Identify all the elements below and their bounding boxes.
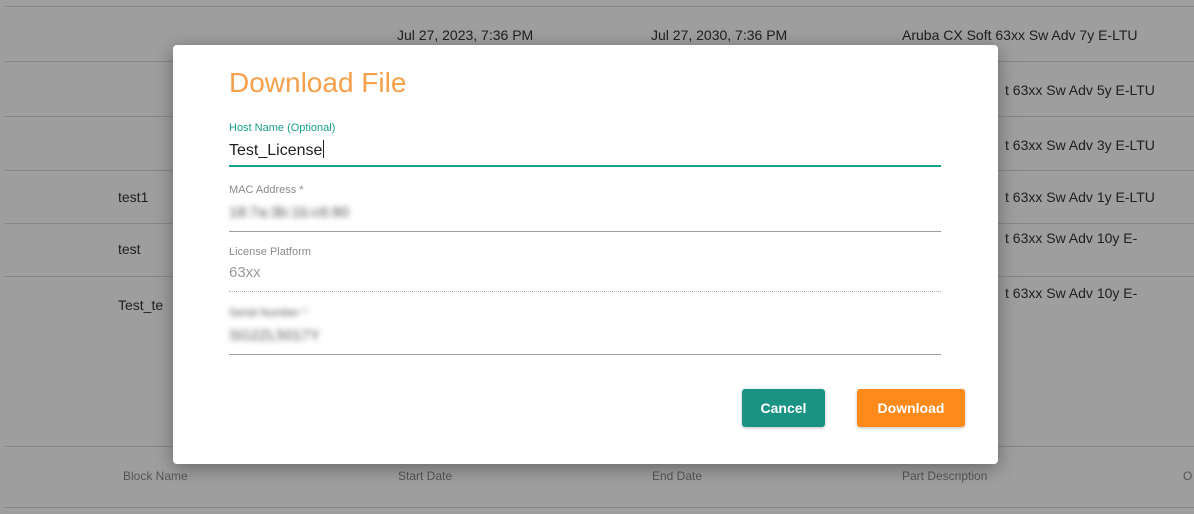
serial-number-input[interactable]: SG2ZL5017Y [229, 327, 320, 344]
text-caret [323, 140, 325, 158]
host-name-label: Host Name (Optional) [229, 122, 336, 134]
cancel-button[interactable]: Cancel [742, 389, 825, 427]
download-file-dialog: Download File Host Name (Optional) Test_… [173, 45, 998, 464]
serial-number-underline [229, 354, 941, 355]
license-platform-label: License Platform [229, 246, 311, 258]
mac-address-input[interactable]: 18:7a:3b:1b:c6:80 [229, 204, 349, 221]
host-name-input[interactable]: Test_License [229, 140, 325, 160]
host-name-value: Test_License [229, 142, 323, 159]
download-button[interactable]: Download [857, 389, 965, 427]
license-platform-underline [229, 291, 941, 292]
mac-address-underline [229, 231, 941, 232]
mac-address-label: MAC Address * [229, 184, 304, 196]
host-name-underline [229, 165, 941, 167]
license-platform-value: 63xx [229, 264, 261, 281]
dialog-title: Download File [229, 67, 407, 98]
serial-number-label: Serial Number * [229, 307, 307, 319]
